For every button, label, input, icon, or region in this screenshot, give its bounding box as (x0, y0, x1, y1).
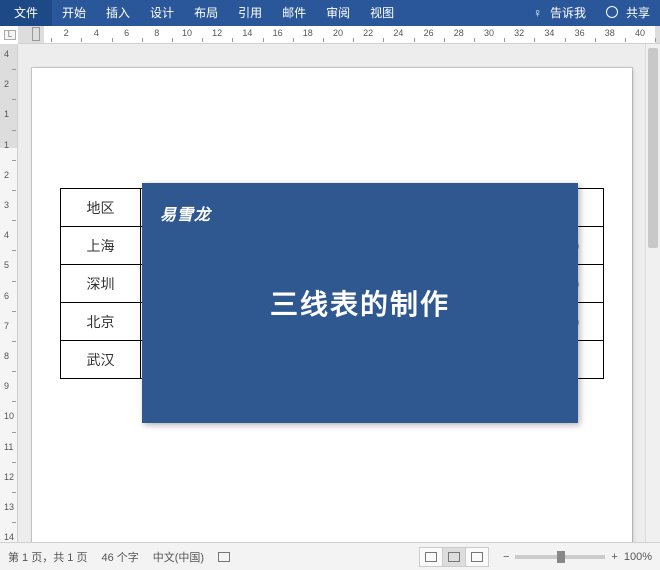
ruler-h-number: 32 (514, 28, 524, 38)
ruler-v-number: 4 (4, 230, 9, 240)
ruler-h-number: 40 (635, 28, 645, 38)
ruler-h-number: 28 (454, 28, 464, 38)
table-cell-region[interactable]: 地区 (61, 189, 141, 227)
ribbon: 文件 开始 插入 设计 布局 引用 邮件 审阅 视图 告诉我 共享 (0, 0, 660, 26)
page-icon (448, 552, 460, 562)
scrollbar-thumb[interactable] (648, 48, 658, 248)
ruler-horizontal[interactable]: 2246810121416182022242628303234363840 (18, 26, 660, 44)
ruler-v-number: 14 (4, 532, 14, 542)
overlay-card: 易雪龙 三线表的制作 (142, 183, 578, 423)
share-icon (606, 0, 622, 26)
ruler-v-number: 3 (4, 200, 9, 210)
ruler-v-number: 8 (4, 351, 9, 361)
zoom-controls: − + 100% (503, 551, 652, 563)
view-web-layout[interactable] (465, 547, 489, 567)
zoom-slider[interactable] (515, 555, 605, 559)
ruler-h-number: 18 (303, 28, 313, 38)
ruler-h-number: 10 (182, 28, 192, 38)
ruler-h-number: 24 (393, 28, 403, 38)
tab-file[interactable]: 文件 (0, 0, 52, 26)
ruler-v-number: 4 (4, 49, 9, 59)
ruler-h-number: 6 (124, 28, 129, 38)
ruler-v-number: 6 (4, 291, 9, 301)
overlay-title: 三线表的制作 (142, 283, 578, 323)
tab-view[interactable]: 视图 (360, 0, 404, 26)
tell-me-label: 告诉我 (550, 0, 586, 26)
status-bar: 第 1 页，共 1 页 46 个字 中文(中国) − + 100% (0, 542, 660, 570)
ruler-h-number: 4 (94, 28, 99, 38)
ruler-h-number: 2 (64, 28, 69, 38)
view-buttons (420, 547, 489, 567)
ruler-v-number: 5 (4, 260, 9, 270)
page[interactable]: 地区6 月上海2520深圳3200北京1650武汉1100 易雪龙 三线表的制作 (32, 68, 632, 542)
share-button[interactable]: 共享 (596, 0, 660, 26)
ruler-v-number: 13 (4, 502, 14, 512)
zoom-out[interactable]: − (503, 551, 509, 563)
web-icon (471, 552, 483, 562)
ruler-corner: L (4, 30, 16, 40)
ruler-h-number: 8 (154, 28, 159, 38)
zoom-in[interactable]: + (611, 551, 617, 563)
table-cell-region[interactable]: 武汉 (61, 341, 141, 379)
table-cell-region[interactable]: 深圳 (61, 265, 141, 303)
share-label: 共享 (626, 0, 650, 26)
status-wordcount[interactable]: 46 个字 (101, 549, 138, 565)
tab-mail[interactable]: 邮件 (272, 0, 316, 26)
view-read-mode[interactable] (419, 547, 443, 567)
tab-layout[interactable]: 布局 (184, 0, 228, 26)
ruler-h-number: 14 (242, 28, 252, 38)
tell-me[interactable]: 告诉我 (523, 0, 596, 26)
vertical-scrollbar[interactable] (645, 44, 660, 542)
table-cell-region[interactable]: 上海 (61, 227, 141, 265)
tab-design[interactable]: 设计 (140, 0, 184, 26)
view-print-layout[interactable] (442, 547, 466, 567)
ruler-v-number: 2 (4, 170, 9, 180)
document-area: 地区6 月上海2520深圳3200北京1650武汉1100 易雪龙 三线表的制作 (18, 44, 645, 542)
status-language[interactable]: 中文(中国) (153, 549, 204, 565)
macro-icon[interactable] (218, 552, 230, 562)
ruler-h-number: 34 (544, 28, 554, 38)
ruler-h-number: 22 (363, 28, 373, 38)
ruler-v-number: 11 (4, 442, 13, 452)
tab-references[interactable]: 引用 (228, 0, 272, 26)
book-icon (425, 552, 437, 562)
indent-marker[interactable] (32, 27, 40, 41)
ruler-v-number: 1 (4, 109, 9, 119)
table-cell-region[interactable]: 北京 (61, 303, 141, 341)
ruler-h-number: 30 (484, 28, 494, 38)
ruler-h-number: 12 (212, 28, 222, 38)
tab-review[interactable]: 审阅 (316, 0, 360, 26)
ruler-h-number: 26 (424, 28, 434, 38)
ruler-v-number: 7 (4, 321, 9, 331)
zoom-percent[interactable]: 100% (624, 551, 652, 563)
ruler-h-number: 20 (333, 28, 343, 38)
ruler-v-number: 12 (4, 472, 14, 482)
overlay-brand: 易雪龙 (160, 201, 211, 225)
ruler-h-number: 16 (273, 28, 283, 38)
tab-home[interactable]: 开始 (52, 0, 96, 26)
status-page[interactable]: 第 1 页，共 1 页 (8, 549, 87, 565)
zoom-slider-knob[interactable] (557, 551, 565, 563)
bulb-icon (533, 0, 546, 26)
ruler-v-number: 10 (4, 411, 14, 421)
ruler-vertical[interactable]: 42112345678910111213141516 (0, 44, 18, 542)
ruler-v-number: 9 (4, 381, 9, 391)
ruler-v-number: 2 (4, 79, 9, 89)
ruler-h-number: 38 (605, 28, 615, 38)
ruler-h-number: 36 (575, 28, 585, 38)
ruler-v-number: 1 (4, 140, 9, 150)
tab-insert[interactable]: 插入 (96, 0, 140, 26)
